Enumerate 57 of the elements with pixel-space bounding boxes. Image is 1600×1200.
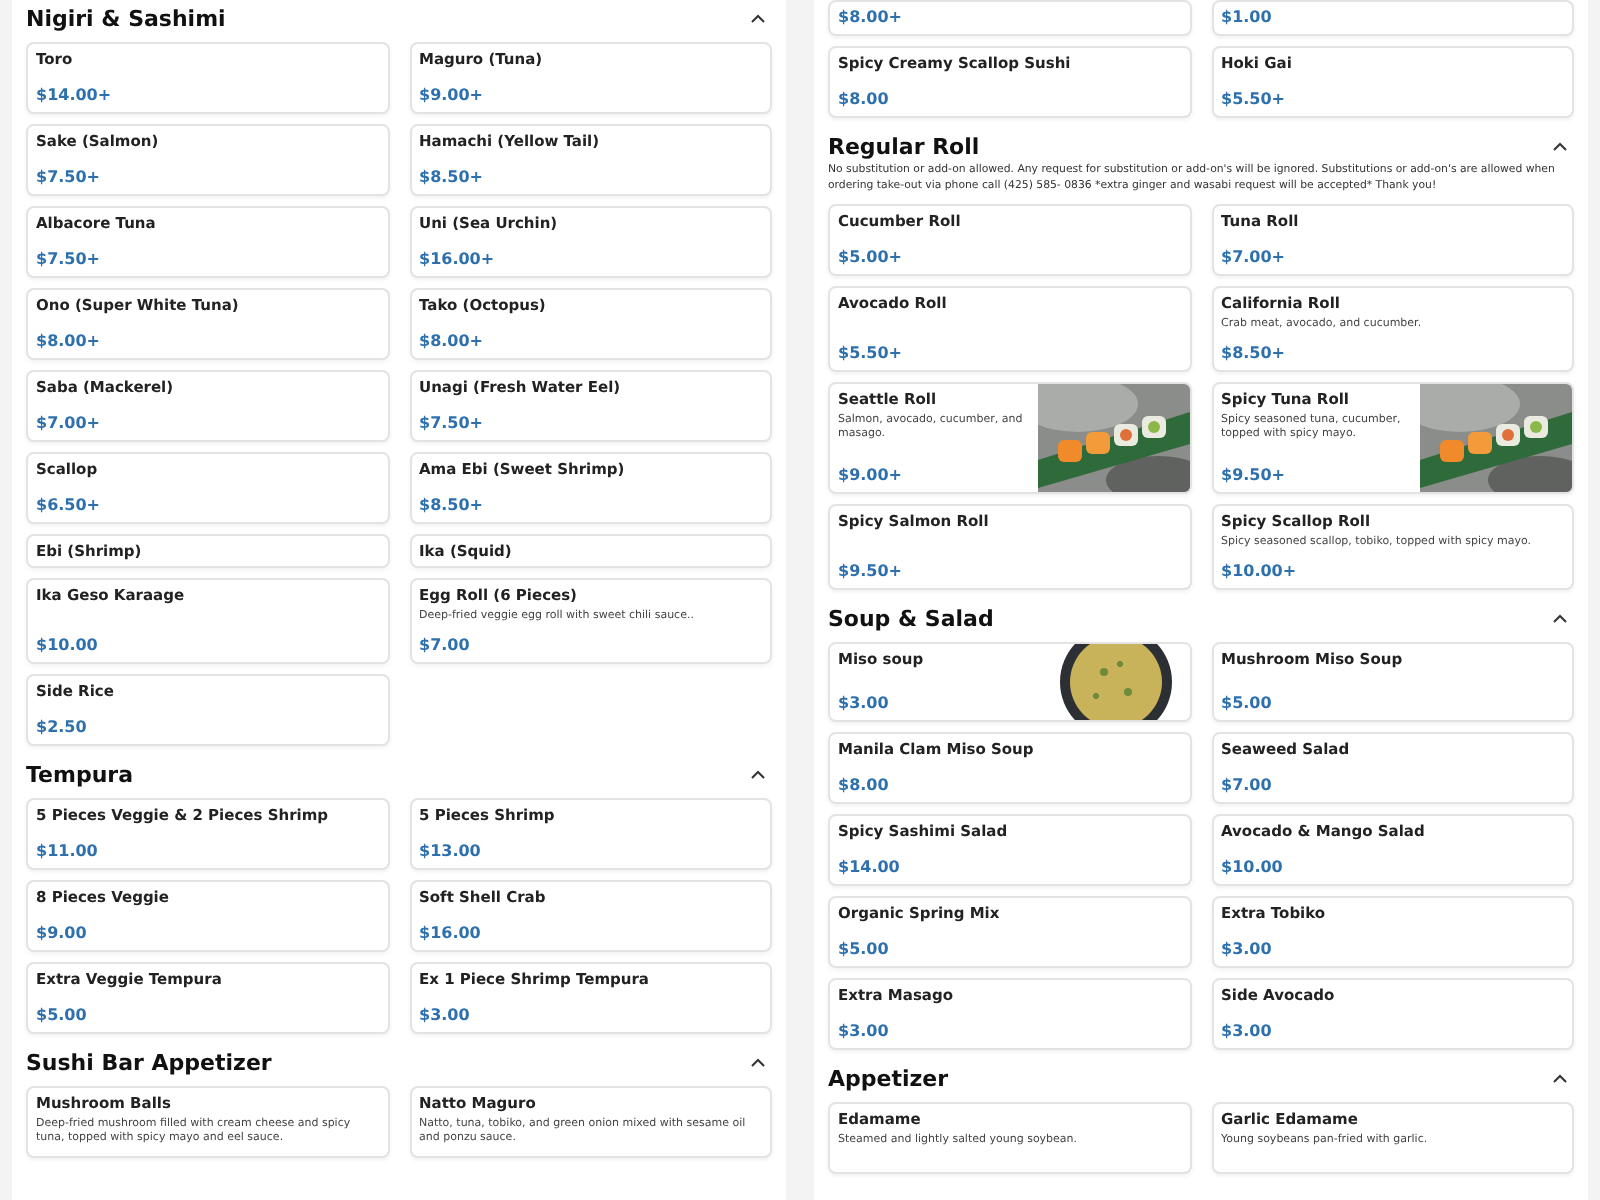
item-price: $16.00 — [419, 922, 483, 944]
item-price: $8.00+ — [838, 8, 905, 28]
section-title: Regular Roll — [828, 133, 980, 159]
collapse-icon[interactable] — [1552, 613, 1568, 623]
item-price: $7.50+ — [36, 248, 103, 270]
item-price: $8.00+ — [36, 330, 103, 352]
item-price: $3.00 — [1221, 938, 1274, 960]
item-price: $7.00+ — [1221, 246, 1288, 268]
item-price: $7.00 — [1221, 774, 1274, 796]
item-price: $5.50+ — [838, 342, 905, 364]
item-price: $5.00 — [36, 1004, 89, 1026]
item-price: $14.00 — [838, 856, 902, 878]
item-price: $9.00+ — [838, 464, 905, 486]
item-price: $3.00 — [838, 1020, 891, 1042]
section-title: Tempura — [26, 761, 134, 787]
item-price: $6.50+ — [36, 494, 103, 516]
collapse-icon[interactable] — [1552, 141, 1568, 151]
item-price: $8.00 — [838, 88, 891, 110]
item-price: $2.50 — [36, 716, 89, 738]
item-price: $9.50+ — [838, 560, 905, 582]
item-price: $3.00 — [419, 1004, 472, 1026]
item-price: $8.50+ — [419, 166, 486, 188]
section-title: Soup & Salad — [828, 605, 994, 631]
menu-item-card[interactable]: $1.00 — [1211, 0, 1574, 36]
item-price: $9.00 — [36, 922, 89, 944]
item-price: $10.00+ — [1221, 560, 1299, 582]
item-price: $5.50+ — [1221, 88, 1288, 110]
item-price: $7.00+ — [36, 412, 103, 434]
item-price: $7.50+ — [419, 412, 486, 434]
item-price: $8.00+ — [419, 330, 486, 352]
item-price: $7.50+ — [36, 166, 103, 188]
item-price: $16.00+ — [419, 248, 497, 270]
item-price: $5.00+ — [838, 246, 905, 268]
item-price: $8.50+ — [419, 494, 486, 516]
item-price: $3.00 — [838, 692, 891, 714]
item-price: $8.50+ — [1221, 342, 1288, 364]
item-price: $10.00 — [1221, 856, 1285, 878]
item-price: $13.00 — [419, 840, 483, 862]
item-price: $5.00 — [1221, 692, 1274, 714]
item-price: $8.00 — [838, 774, 891, 796]
section-title: Nigiri & Sashimi — [26, 5, 226, 31]
item-price: $9.50+ — [1221, 464, 1288, 486]
item-price: $7.00 — [419, 634, 472, 656]
item-price: $3.00 — [1221, 1020, 1274, 1042]
collapse-icon[interactable] — [750, 13, 766, 23]
collapse-icon[interactable] — [750, 769, 766, 779]
item-price: $10.00 — [36, 634, 100, 656]
section-title: Appetizer — [828, 1065, 949, 1091]
item-price: $1.00 — [1221, 8, 1274, 28]
collapse-icon[interactable] — [750, 1057, 766, 1067]
collapse-icon[interactable] — [1552, 1073, 1568, 1083]
item-price: $9.00+ — [419, 84, 486, 106]
menu-item-card[interactable]: $8.00+ — [828, 0, 1191, 36]
item-price: $5.00 — [838, 938, 891, 960]
item-price: $14.00+ — [36, 84, 114, 106]
item-price: $11.00 — [36, 840, 100, 862]
section-title: Sushi Bar Appetizer — [26, 1049, 272, 1075]
